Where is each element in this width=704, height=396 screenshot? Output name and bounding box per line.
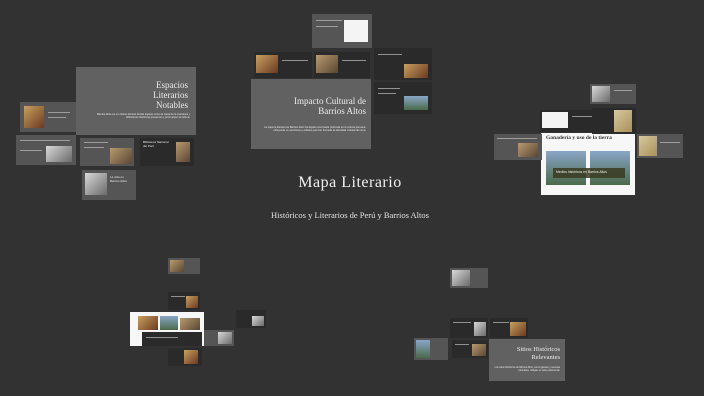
impacto-right-line-2 bbox=[378, 88, 400, 90]
espacios-line-5 bbox=[84, 142, 108, 144]
bl-main-photo-3 bbox=[180, 318, 200, 330]
bl-photo-6 bbox=[252, 316, 264, 326]
espacios-line-3 bbox=[20, 140, 70, 142]
ganaderia-top-line bbox=[614, 90, 632, 92]
sitios-photo-5 bbox=[416, 340, 430, 358]
impacto-top-photo bbox=[344, 20, 368, 42]
bl-main-photo-1 bbox=[138, 316, 158, 330]
impacto-mid-photo bbox=[316, 55, 338, 73]
impacto-mid-line bbox=[342, 60, 366, 62]
bl-card-3[interactable] bbox=[142, 332, 202, 346]
bl-main-photo-2 bbox=[160, 316, 178, 330]
ganaderia-mid-line bbox=[572, 116, 592, 118]
bl-photo-5 bbox=[218, 332, 232, 344]
impacto-right-line-3 bbox=[378, 93, 396, 95]
espacios-title: Espacios Literarios Notables bbox=[153, 80, 188, 110]
vida-photo bbox=[85, 173, 107, 195]
sitios-top-photo bbox=[452, 270, 470, 286]
espacios-photo-2 bbox=[46, 146, 72, 162]
biblioteca-label: Biblioteca Nacional del Perú bbox=[143, 140, 169, 148]
main-subtitle: Históricos y Literarios de Perú y Barrio… bbox=[271, 210, 429, 220]
impacto-body: La riqueza literaria de Barrios Altos ha… bbox=[264, 126, 366, 133]
espacios-body: Barrios Altos es un núcleo literario don… bbox=[97, 113, 190, 120]
impacto-right-line-1 bbox=[378, 54, 402, 56]
ganaderia-caption: Medios históricos en Barrios Altos bbox=[556, 170, 607, 174]
impacto-right-photo-2 bbox=[404, 96, 428, 110]
ganaderia-top-photo bbox=[592, 86, 610, 102]
impacto-right-photo-1 bbox=[404, 64, 428, 78]
impacto-top-line-2 bbox=[316, 26, 338, 28]
sitios-line-2 bbox=[493, 322, 509, 324]
ganaderia-title: Ganadería y uso de la tierra bbox=[546, 135, 612, 141]
sitios-line-3 bbox=[455, 344, 469, 346]
bl-line-1 bbox=[171, 296, 185, 298]
espacios-line-6 bbox=[84, 147, 104, 149]
sitios-title: Sitios Históricos Relevantes bbox=[516, 346, 560, 361]
sitios-photo-3 bbox=[510, 322, 526, 336]
vida-label: La vida en Barrios Altos bbox=[110, 175, 127, 183]
ganaderia-right-line bbox=[660, 142, 680, 144]
sitios-photo-2 bbox=[474, 322, 486, 336]
sitios-photo-4 bbox=[472, 344, 486, 356]
sitios-body: Los sitios históricos de Barrios Altos, … bbox=[494, 366, 560, 373]
espacios-line-1 bbox=[48, 112, 70, 114]
espacios-photo-1 bbox=[24, 106, 44, 128]
espacios-photo-3 bbox=[110, 148, 132, 164]
ganaderia-doc-photo bbox=[614, 110, 632, 132]
sitios-line-1 bbox=[453, 322, 471, 324]
ganaderia-left-photo bbox=[518, 143, 538, 157]
bl-photo-4 bbox=[184, 350, 198, 364]
bl-line-2 bbox=[146, 337, 178, 339]
ganaderia-left-line bbox=[497, 138, 537, 140]
bl-top-photo bbox=[170, 260, 184, 272]
espacios-line-2 bbox=[48, 117, 66, 119]
impacto-top-line-1 bbox=[316, 20, 342, 22]
impacto-left-photo bbox=[256, 55, 278, 73]
main-title: Mapa Literario bbox=[298, 174, 402, 191]
ganaderia-mid-photo bbox=[542, 112, 568, 128]
ganaderia-right-photo bbox=[639, 136, 657, 156]
biblioteca-photo bbox=[176, 142, 190, 162]
bl-photo-2 bbox=[186, 296, 198, 308]
impacto-title: Impacto Cultural de Barrios Altos bbox=[294, 96, 366, 116]
espacios-line-4 bbox=[20, 150, 42, 152]
impacto-left-line bbox=[282, 60, 308, 62]
